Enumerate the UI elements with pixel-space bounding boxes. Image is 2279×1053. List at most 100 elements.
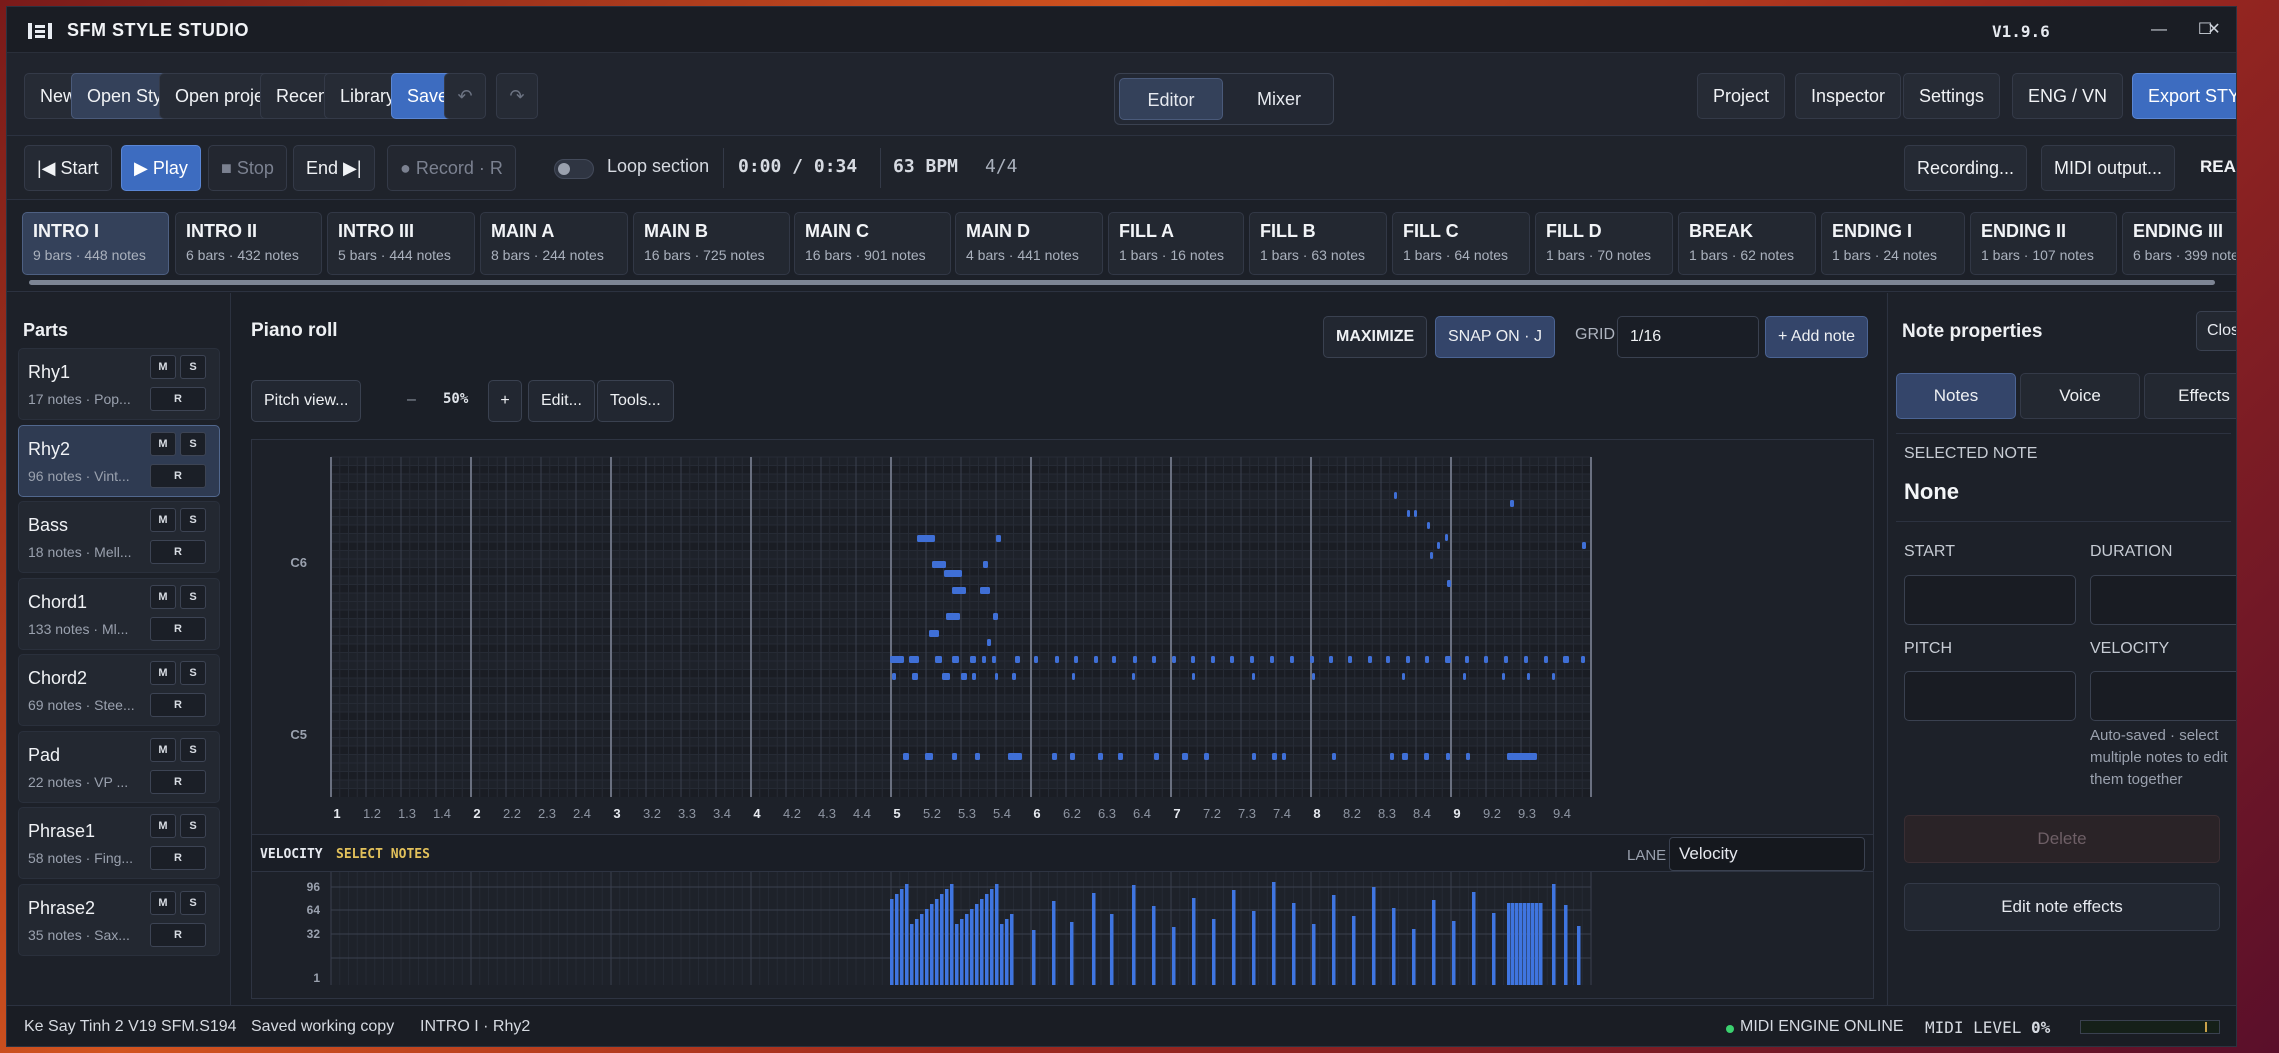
solo-button[interactable]: S xyxy=(180,814,206,838)
part-item-rhy1[interactable]: Rhy1 17 notes · Pop... M S R xyxy=(18,348,220,420)
record-button[interactable]: ● Record · R xyxy=(387,145,516,191)
inspector-button[interactable]: Inspector xyxy=(1795,73,1902,119)
solo-button[interactable]: S xyxy=(180,737,206,762)
record-arm-button[interactable]: R xyxy=(150,387,206,411)
redo-icon[interactable]: ↷ xyxy=(496,73,538,119)
record-arm-button[interactable]: R xyxy=(150,540,206,564)
part-item-phrase2[interactable]: Phrase2 35 notes · Sax... M S R xyxy=(18,883,220,956)
export-sty-button[interactable]: Export STY xyxy=(2132,73,2236,119)
mute-button[interactable]: M xyxy=(150,584,176,609)
section-tab[interactable]: ENDING III 6 bars · 399 notes xyxy=(2122,212,2236,275)
solo-button[interactable]: S xyxy=(180,355,206,379)
piano-roll-canvas[interactable]: C6 C5 1 1.2 1.3 1.4 2 2.2 2.3 2.4 3 3.2 3.3 3.4 4 4.2 4.… xyxy=(251,439,1874,999)
section-tab[interactable]: MAIN C 16 bars · 901 notes xyxy=(794,212,951,275)
record-arm-button[interactable]: R xyxy=(150,693,206,717)
velocity-bar xyxy=(1192,898,1196,985)
settings-button[interactable]: Settings xyxy=(1903,73,2001,119)
part-item-chord2[interactable]: Chord2 69 notes · Stee... M S R xyxy=(18,654,220,726)
editor-mode-button[interactable]: Editor xyxy=(1119,78,1223,120)
grid-select[interactable]: 1/16 xyxy=(1617,316,1759,358)
record-arm-button[interactable]: R xyxy=(150,769,206,794)
midi-output-button[interactable]: MIDI output... xyxy=(2041,145,2176,191)
mute-button[interactable]: M xyxy=(150,814,176,838)
solo-button[interactable]: S xyxy=(180,431,206,456)
mute-button[interactable]: M xyxy=(150,661,176,685)
mixer-mode-button[interactable]: Mixer xyxy=(1227,78,1331,120)
section-tab[interactable]: MAIN B 16 bars · 725 notes xyxy=(633,212,790,275)
section-tab[interactable]: MAIN D4 bars · 441 notes xyxy=(955,212,1103,275)
stop-button[interactable]: ■ Stop xyxy=(208,145,287,191)
section-tab[interactable]: FILL D1 bars · 70 notes xyxy=(1535,212,1673,275)
language-button[interactable]: ENG / VN xyxy=(2012,73,2124,119)
part-meta: 133 notes · Ml... xyxy=(28,620,129,637)
record-arm-button[interactable]: R xyxy=(150,616,206,641)
undo-icon[interactable]: ↶ xyxy=(444,73,486,119)
section-tab[interactable]: INTRO III 5 bars · 444 notes xyxy=(327,212,475,275)
delete-button[interactable]: Delete xyxy=(1904,815,2220,863)
close-icon[interactable]: ✕ xyxy=(2191,7,2236,53)
section-tab[interactable]: INTRO II 6 bars · 432 notes xyxy=(175,212,322,275)
mute-button[interactable]: M xyxy=(150,508,176,532)
pitch-field[interactable] xyxy=(1904,671,2076,721)
mute-button[interactable]: M xyxy=(150,355,176,379)
pitch-view-button[interactable]: Pitch view... xyxy=(251,380,362,422)
record-arm-button[interactable]: R xyxy=(150,846,206,870)
velocity-field[interactable] xyxy=(2090,671,2236,721)
section-tab[interactable]: FILL A1 bars · 16 notes xyxy=(1108,212,1244,275)
recording-button[interactable]: Recording... xyxy=(1904,145,2028,191)
beat-label: 2.2 xyxy=(503,806,521,821)
add-note-button[interactable]: + Add note xyxy=(1765,316,1868,358)
midi-note xyxy=(1034,656,1038,663)
tools-menu-button[interactable]: Tools... xyxy=(597,380,674,422)
start-field[interactable] xyxy=(1904,575,2076,625)
start-label: START xyxy=(1904,543,1955,560)
mute-button[interactable]: M xyxy=(150,737,176,762)
solo-button[interactable]: S xyxy=(180,584,206,609)
section-tab[interactable]: FILL C1 bars · 64 notes xyxy=(1392,212,1530,275)
zoom-in-button[interactable]: + xyxy=(488,380,522,422)
zoom-out-button[interactable]: – xyxy=(395,380,428,422)
part-item-phrase1[interactable]: Phrase1 58 notes · Fing... M S R xyxy=(18,807,220,879)
inspector-close-button[interactable]: Close xyxy=(2196,311,2236,351)
edit-note-effects-button[interactable]: Edit note effects xyxy=(1904,883,2220,931)
record-arm-button[interactable]: R xyxy=(150,922,206,947)
velocity-title: VELOCITY xyxy=(260,847,323,862)
record-arm-button[interactable]: R xyxy=(150,463,206,488)
tab-effects[interactable]: Effects xyxy=(2144,373,2236,419)
solo-button[interactable]: S xyxy=(180,890,206,915)
section-tab[interactable]: BREAK 1 bars · 62 notes xyxy=(1678,212,1816,275)
velocity-bar xyxy=(1005,919,1009,985)
start-button[interactable]: |◀ Start xyxy=(24,145,112,191)
project-button[interactable]: Project xyxy=(1697,73,1786,119)
part-item-chord1[interactable]: Chord1 133 notes · Ml... M S R xyxy=(18,577,220,650)
play-button[interactable]: ▶ Play xyxy=(121,145,201,191)
part-item-pad[interactable]: Pad 22 notes · VP ... M S R xyxy=(18,730,220,803)
lane-select[interactable]: Velocity xyxy=(1669,837,1865,871)
minimize-icon[interactable]: — xyxy=(2136,7,2182,53)
section-tab[interactable]: MAIN A8 bars · 244 notes xyxy=(480,212,628,275)
tab-voice[interactable]: Voice xyxy=(2020,373,2140,419)
edit-menu-button[interactable]: Edit... xyxy=(528,380,595,422)
duration-field[interactable] xyxy=(2090,575,2236,625)
piano-roll-grid[interactable]: C6 C5 1 1.2 1.3 1.4 2 2.2 2.3 2.4 3 3.2 3.3 3.4 4 4.2 4.… xyxy=(252,440,1873,998)
section-tab[interactable]: FILL B1 bars · 63 notes xyxy=(1249,212,1387,275)
solo-button[interactable]: S xyxy=(180,661,206,685)
velocity-bar xyxy=(1212,919,1216,985)
mute-button[interactable]: M xyxy=(150,890,176,915)
part-item-rhy2[interactable]: Rhy2 96 notes · Vint... M S R xyxy=(18,424,220,497)
section-scrollbar[interactable] xyxy=(29,280,2215,285)
maximize-button[interactable]: MAXIMIZE xyxy=(1323,316,1428,358)
velocity-bar xyxy=(1492,913,1496,985)
end-button[interactable]: End ▶| xyxy=(293,145,375,191)
section-tab[interactable]: ENDING I1 bars · 24 notes xyxy=(1821,212,1965,275)
mute-button[interactable]: M xyxy=(150,431,176,456)
tab-notes[interactable]: Notes xyxy=(1896,373,2016,419)
solo-button[interactable]: S xyxy=(180,508,206,532)
part-item-bass[interactable]: Bass 18 notes · Mell... M S R xyxy=(18,501,220,573)
section-tab[interactable]: INTRO I9 bars · 448 notes xyxy=(22,212,169,275)
section-tab[interactable]: ENDING II 1 bars · 107 notes xyxy=(1970,212,2117,275)
loop-section-toggle[interactable] xyxy=(554,159,594,179)
snap-button[interactable]: SNAP ON · J xyxy=(1435,316,1555,358)
midi-note xyxy=(925,753,933,760)
beat-label: 8.3 xyxy=(1378,806,1396,821)
